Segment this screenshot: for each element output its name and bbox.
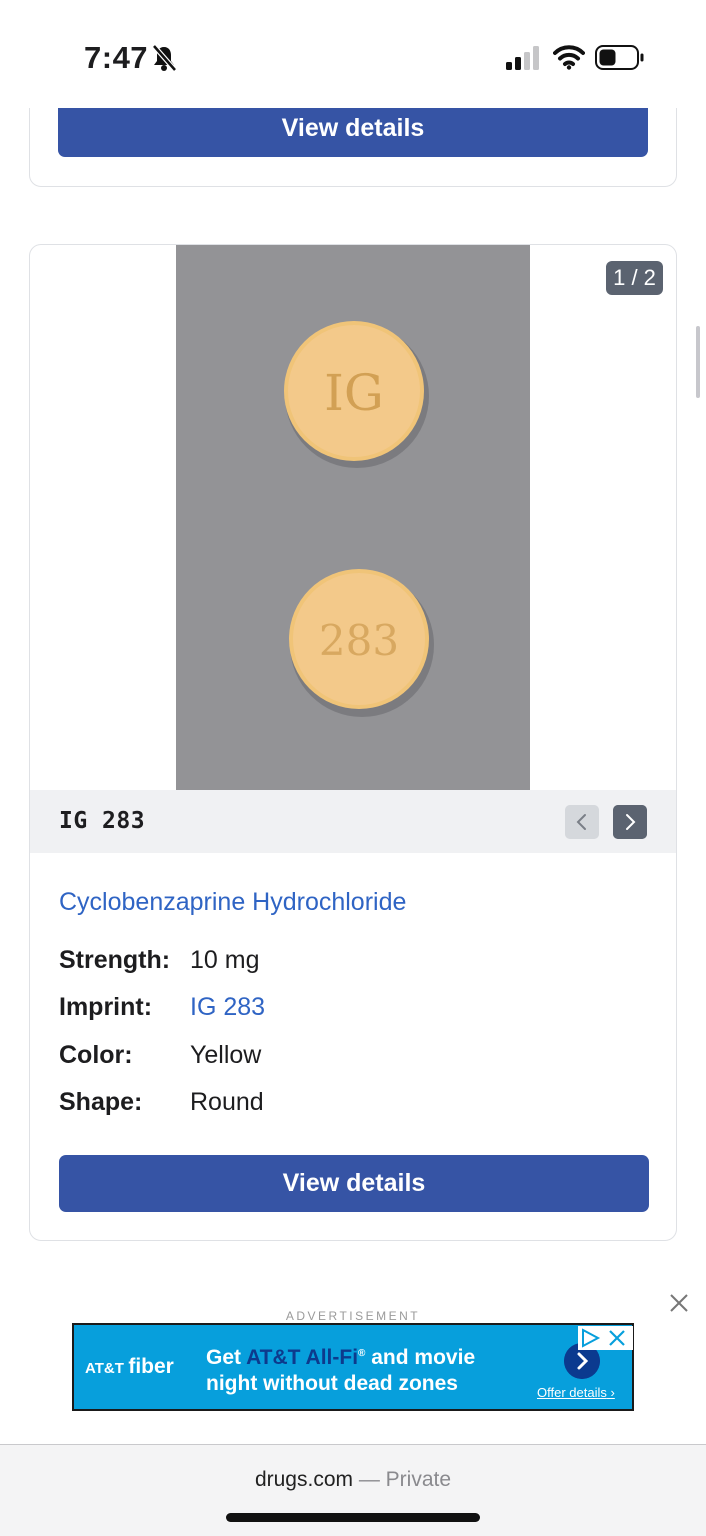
- battery-icon: [595, 45, 644, 70]
- pill-imprint-back: 283: [319, 616, 399, 665]
- advertisement-label: ADVERTISEMENT: [285, 1309, 421, 1323]
- previous-image-button[interactable]: [565, 805, 599, 839]
- status-time: 7:47: [84, 40, 149, 75]
- pill-image[interactable]: IG 283: [176, 245, 530, 790]
- pill-result-card: IG 283 1 / 2 IG 283 Cyclobenzaprine Hydr…: [29, 244, 677, 1241]
- adchoices-icon[interactable]: [578, 1326, 633, 1350]
- pill-imprint-front: IG: [324, 364, 384, 422]
- drug-name-link[interactable]: Cyclobenzaprine Hydrochloride: [59, 888, 406, 917]
- silent-bell-icon: [152, 44, 177, 72]
- scrollbar[interactable]: [696, 326, 700, 398]
- view-details-button[interactable]: View details: [59, 1155, 649, 1212]
- ad-headline: Get AT&T All-Fi® and movie night without…: [206, 1346, 476, 1395]
- home-indicator[interactable]: [226, 1513, 480, 1522]
- ad-banner[interactable]: AT&T fiber Get AT&T All-Fi® and movie ni…: [72, 1323, 634, 1411]
- image-counter-badge: 1 / 2: [606, 261, 663, 295]
- status-bar: 7:47: [0, 0, 706, 108]
- cellular-signal-icon: [506, 46, 539, 70]
- browser-bottom-bar: drugs.com — Private: [0, 1444, 706, 1536]
- detail-label: Shape:: [59, 1088, 143, 1116]
- att-fiber-logo: AT&T fiber: [85, 1355, 174, 1378]
- detail-value: Yellow: [190, 1041, 262, 1069]
- detail-value: 10 mg: [190, 946, 260, 974]
- detail-value: Round: [190, 1088, 264, 1116]
- view-details-button-previous[interactable]: View details: [58, 100, 648, 157]
- detail-label: Color:: [59, 1041, 133, 1069]
- page: View details 7:47 IG 283 1 / 2 IG 283 Cy…: [0, 0, 706, 1536]
- detail-label: Imprint:: [59, 993, 153, 1021]
- next-image-button[interactable]: [613, 805, 647, 839]
- imprint-code: IG 283: [59, 808, 146, 834]
- address-bar[interactable]: drugs.com — Private: [0, 1468, 706, 1492]
- wifi-icon: [553, 45, 585, 70]
- offer-details-link[interactable]: Offer details ›: [537, 1385, 615, 1400]
- detail-label: Strength:: [59, 946, 171, 974]
- imprint-link[interactable]: IG 283: [190, 993, 265, 1022]
- imprint-bar: IG 283: [30, 790, 676, 853]
